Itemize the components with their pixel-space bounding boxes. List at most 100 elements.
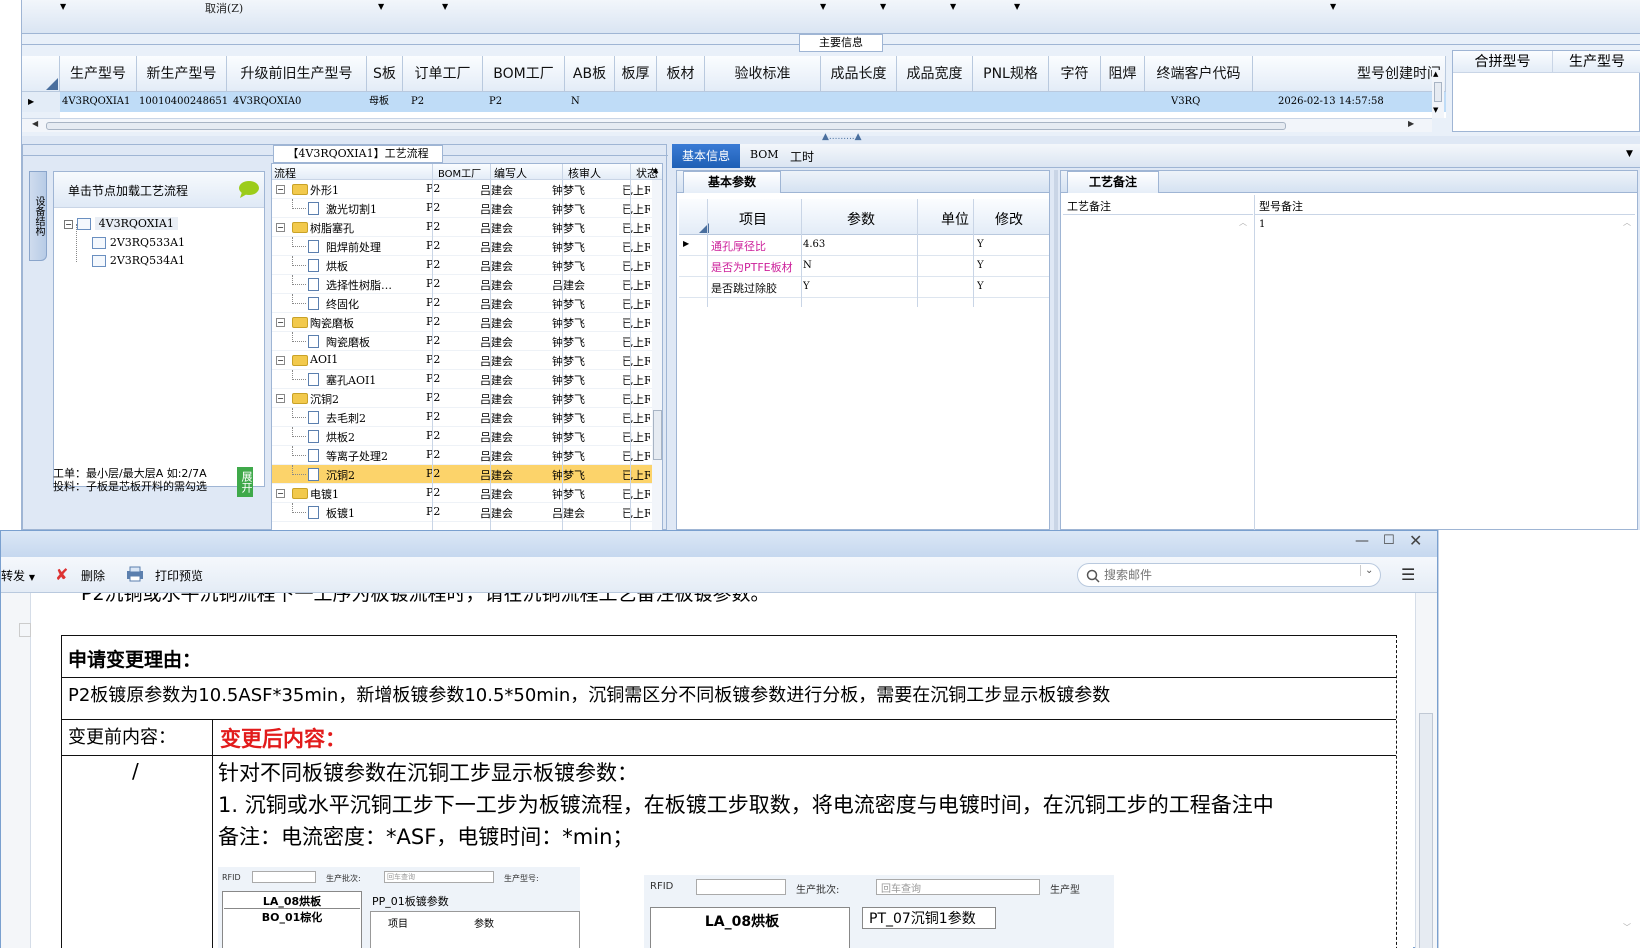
col-header[interactable]: 编写人 bbox=[494, 165, 527, 181]
tree-child-node[interactable]: 2V3RQ534A1 bbox=[92, 253, 185, 267]
col-header[interactable]: 板厚 bbox=[615, 56, 657, 92]
col-header[interactable]: 参数 bbox=[847, 209, 875, 229]
col-header[interactable]: 订单工厂 bbox=[403, 56, 483, 92]
model-remark-textarea[interactable]: 1 bbox=[1259, 219, 1265, 230]
flow-row[interactable]: 烘板2 P2 吕建会 钟梦飞 已上R bbox=[272, 427, 652, 446]
side-tab-device-structure[interactable]: 设备结构 bbox=[29, 171, 47, 261]
col-header[interactable]: S板 bbox=[367, 56, 403, 92]
flow-row[interactable]: 选择性树脂… P2 吕建会 吕建会 已上R bbox=[272, 275, 652, 294]
tab-basic-info[interactable]: 基本信息 bbox=[672, 144, 740, 168]
col-header[interactable]: 成品长度 bbox=[821, 56, 897, 92]
col-header[interactable]: 修改 bbox=[995, 209, 1023, 229]
col-header[interactable]: 验收标准 bbox=[705, 56, 821, 92]
collapse-icon[interactable]: − bbox=[276, 318, 285, 327]
flow-row[interactable]: 终固化 P2 吕建会 钟梦飞 已上R bbox=[272, 294, 652, 313]
col-header[interactable]: PNL规格 bbox=[973, 56, 1049, 92]
row-selector[interactable]: ▶ bbox=[22, 92, 60, 112]
flow-row[interactable]: 等离子处理2 P2 吕建会 钟梦飞 已上R bbox=[272, 446, 652, 465]
expand-button[interactable]: 展开 bbox=[237, 467, 253, 497]
collapse-icon[interactable]: − bbox=[276, 394, 285, 403]
splitter[interactable]: ▲.........▲ bbox=[22, 132, 1640, 144]
print-preview-button[interactable]: 打印预览 bbox=[155, 567, 203, 584]
col-header[interactable]: 生产型号 bbox=[1553, 51, 1640, 73]
dropdown-arrow-icon[interactable]: ▼ bbox=[880, 2, 886, 11]
scroll-thumb[interactable] bbox=[1434, 82, 1442, 102]
dropdown-arrow-icon[interactable]: ▼ bbox=[1014, 2, 1020, 11]
tree-child-node[interactable]: 2V3RQ533A1 bbox=[92, 235, 185, 249]
col-header[interactable]: BOM工厂 bbox=[438, 165, 481, 180]
col-header[interactable]: 型号创建时间 bbox=[1253, 56, 1446, 92]
tab-bom[interactable]: BOM bbox=[750, 148, 779, 161]
col-header[interactable]: 流程 bbox=[274, 165, 296, 181]
collapse-icon[interactable]: − bbox=[276, 223, 285, 232]
maximize-icon[interactable]: ☐ bbox=[1383, 533, 1395, 548]
tab-process-remarks[interactable]: 工艺备注 bbox=[1067, 171, 1159, 193]
tab-work-hours[interactable]: 工时 bbox=[790, 148, 814, 165]
col-header[interactable]: 字符 bbox=[1049, 56, 1101, 92]
scroll-thumb[interactable] bbox=[46, 122, 1286, 130]
flow-row[interactable]: − 电镀1 P2 吕建会 钟梦飞 已上R bbox=[272, 484, 652, 503]
forward-button[interactable]: 转发 ▼ bbox=[1, 567, 35, 584]
flow-row[interactable]: − AOI1 P2 吕建会 钟梦飞 已上R bbox=[272, 351, 652, 370]
list-menu-icon[interactable]: ☰ bbox=[1401, 565, 1415, 584]
col-header[interactable]: AB板 bbox=[565, 56, 615, 92]
col-header[interactable]: 合拼型号 bbox=[1453, 51, 1553, 73]
vertical-scrollbar[interactable]: ▲ ▼ bbox=[1432, 70, 1444, 118]
col-header[interactable]: 阻焊 bbox=[1101, 56, 1145, 92]
col-header[interactable]: 新生产型号 bbox=[137, 56, 227, 92]
flow-row[interactable]: 沉铜2 P2 吕建会 钟梦飞 已上R bbox=[272, 465, 652, 484]
flow-status: 已上R bbox=[622, 317, 650, 330]
col-header[interactable]: 项目 bbox=[739, 209, 767, 229]
dropdown-arrow-icon[interactable]: ▼ bbox=[1330, 2, 1336, 11]
col-header[interactable]: 生产型号 bbox=[60, 56, 137, 92]
tab-basic-params[interactable]: 基本参数 bbox=[683, 171, 781, 193]
close-icon[interactable]: ✕ bbox=[1409, 531, 1422, 550]
col-header[interactable]: BOM工厂 bbox=[483, 56, 565, 92]
flow-vertical-scrollbar[interactable]: ▲ bbox=[652, 166, 662, 530]
collapse-icon[interactable]: − bbox=[276, 185, 285, 194]
delete-icon[interactable]: ✘ bbox=[55, 565, 68, 584]
col-header[interactable]: 终端客户代码 bbox=[1145, 56, 1253, 92]
param-row[interactable]: ▶ 通孔厚径比 4.63 Y bbox=[679, 235, 1049, 256]
dropdown-arrow-icon[interactable]: ▼ bbox=[1626, 149, 1633, 159]
chevron-down-icon[interactable]: ⌄ bbox=[1360, 565, 1373, 576]
col-header[interactable]: 成品宽度 bbox=[897, 56, 973, 92]
printer-icon[interactable] bbox=[125, 566, 145, 582]
flow-row[interactable]: 陶瓷磨板 P2 吕建会 钟梦飞 已上R bbox=[272, 332, 652, 351]
param-row[interactable]: 是否为PTFE板材 N Y bbox=[679, 256, 1049, 277]
dropdown-arrow-icon[interactable]: ▼ bbox=[378, 2, 384, 11]
tree-root-node[interactable]: − 4V3RQOXIA1 bbox=[64, 216, 178, 230]
col-header[interactable]: 升级前旧生产型号 bbox=[227, 56, 367, 92]
flow-row[interactable]: − 树脂塞孔 P2 吕建会 钟梦飞 已上R bbox=[272, 218, 652, 237]
chat-bubble-icon[interactable] bbox=[238, 180, 260, 198]
flow-row[interactable]: 去毛刺2 P2 吕建会 钟梦飞 已上R bbox=[272, 408, 652, 427]
horizontal-scrollbar[interactable]: ◀ ▶ bbox=[22, 118, 1432, 132]
minimize-icon[interactable]: — bbox=[1355, 533, 1369, 549]
collapse-icon[interactable]: − bbox=[276, 489, 285, 498]
dropdown-arrow-icon[interactable]: ▼ bbox=[442, 2, 448, 11]
col-header[interactable]: 板材 bbox=[657, 56, 705, 92]
process-remark-textarea[interactable] bbox=[1063, 217, 1253, 529]
search-input[interactable] bbox=[1104, 567, 1344, 583]
scroll-thumb[interactable] bbox=[653, 410, 662, 460]
col-header[interactable]: 单位 bbox=[941, 209, 969, 229]
flow-row[interactable]: 激光切割1 P2 吕建会 钟梦飞 已上R bbox=[272, 199, 652, 218]
scroll-thumb[interactable] bbox=[1419, 713, 1433, 948]
email-vertical-scrollbar[interactable] bbox=[1415, 593, 1437, 948]
param-row[interactable]: 是否跳过除胶 Y Y bbox=[679, 277, 1049, 298]
dropdown-arrow-icon[interactable]: ▼ bbox=[820, 2, 826, 11]
col-header[interactable]: 核审人 bbox=[568, 165, 601, 181]
flow-row[interactable]: − 外形1 P2 吕建会 钟梦飞 已上R bbox=[272, 180, 652, 199]
flow-row[interactable]: 阻焊前处理 P2 吕建会 钟梦飞 已上R bbox=[272, 237, 652, 256]
flow-row[interactable]: 板镀1 P2 吕建会 吕建会 已上R bbox=[272, 503, 652, 522]
collapse-icon[interactable]: − bbox=[276, 356, 285, 365]
delete-button[interactable]: 删除 bbox=[81, 567, 105, 584]
dropdown-arrow-icon[interactable]: ▼ bbox=[60, 2, 66, 11]
flow-row[interactable]: 烘板 P2 吕建会 钟梦飞 已上R bbox=[272, 256, 652, 275]
flow-row[interactable]: − 陶瓷磨板 P2 吕建会 钟梦飞 已上R bbox=[272, 313, 652, 332]
cancel-menu-item[interactable]: 取消(Z) bbox=[205, 0, 243, 16]
dropdown-arrow-icon[interactable]: ▼ bbox=[950, 2, 956, 11]
flow-row[interactable]: − 沉铜2 P2 吕建会 钟梦飞 已上R bbox=[272, 389, 652, 408]
flow-row[interactable]: 塞孔AOI1 P2 吕建会 钟梦飞 已上R bbox=[272, 370, 652, 389]
mail-search-box[interactable]: ⌄ bbox=[1077, 563, 1381, 587]
